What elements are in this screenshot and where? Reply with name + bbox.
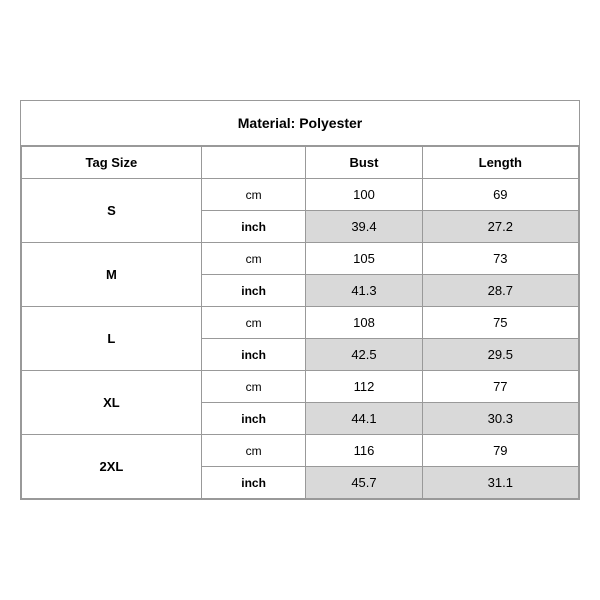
unit-cm-cell: cm — [201, 179, 306, 211]
size-tag-cell: L — [22, 307, 202, 371]
size-tag-cell: 2XL — [22, 435, 202, 499]
table-row: Scm10069 — [22, 179, 579, 211]
bust-inch-value: 42.5 — [306, 339, 422, 371]
length-inch-value: 28.7 — [422, 275, 578, 307]
bust-cm-value: 100 — [306, 179, 422, 211]
unit-inch-cell: inch — [201, 275, 306, 307]
size-tag-cell: XL — [22, 371, 202, 435]
header-tag-size: Tag Size — [22, 147, 202, 179]
length-cm-value: 75 — [422, 307, 578, 339]
length-cm-value: 69 — [422, 179, 578, 211]
table-row: XLcm11277 — [22, 371, 579, 403]
table-row: Mcm10573 — [22, 243, 579, 275]
unit-cm-cell: cm — [201, 243, 306, 275]
unit-inch-cell: inch — [201, 211, 306, 243]
size-tag-cell: S — [22, 179, 202, 243]
length-inch-value: 30.3 — [422, 403, 578, 435]
bust-inch-value: 39.4 — [306, 211, 422, 243]
bust-inch-value: 41.3 — [306, 275, 422, 307]
table-row: 2XLcm11679 — [22, 435, 579, 467]
length-inch-value: 27.2 — [422, 211, 578, 243]
bust-cm-value: 105 — [306, 243, 422, 275]
size-table: Tag Size Bust Length Scm10069inch39.427.… — [21, 146, 579, 499]
length-cm-value: 73 — [422, 243, 578, 275]
unit-inch-cell: inch — [201, 403, 306, 435]
unit-cm-cell: cm — [201, 307, 306, 339]
header-bust: Bust — [306, 147, 422, 179]
bust-inch-value: 44.1 — [306, 403, 422, 435]
unit-cm-cell: cm — [201, 371, 306, 403]
length-cm-value: 79 — [422, 435, 578, 467]
length-inch-value: 31.1 — [422, 467, 578, 499]
bust-inch-value: 45.7 — [306, 467, 422, 499]
length-inch-value: 29.5 — [422, 339, 578, 371]
bust-cm-value: 108 — [306, 307, 422, 339]
unit-inch-cell: inch — [201, 467, 306, 499]
size-chart-container: Material: Polyester Tag Size Bust Length… — [20, 100, 580, 500]
header-length: Length — [422, 147, 578, 179]
bust-cm-value: 112 — [306, 371, 422, 403]
table-header-row: Tag Size Bust Length — [22, 147, 579, 179]
size-tag-cell: M — [22, 243, 202, 307]
unit-inch-cell: inch — [201, 339, 306, 371]
unit-cm-cell: cm — [201, 435, 306, 467]
chart-title: Material: Polyester — [21, 101, 579, 146]
table-row: Lcm10875 — [22, 307, 579, 339]
length-cm-value: 77 — [422, 371, 578, 403]
bust-cm-value: 116 — [306, 435, 422, 467]
header-unit-col — [201, 147, 306, 179]
